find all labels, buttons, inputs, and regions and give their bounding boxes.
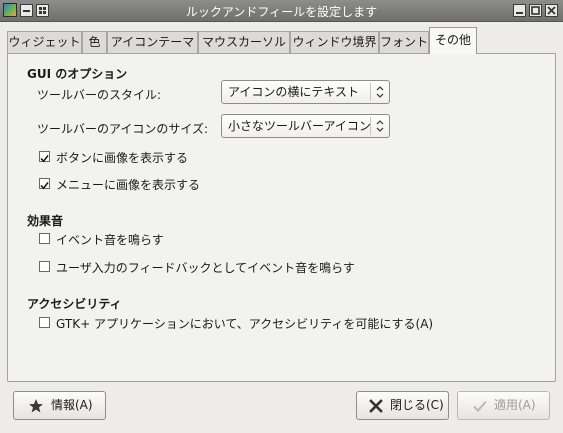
checkmark-icon	[40, 182, 49, 190]
apply-button-label: 適用(A)	[494, 398, 536, 412]
checkmark-icon	[40, 155, 49, 163]
tab-icon-theme[interactable]: アイコンテーマ	[107, 31, 198, 53]
toolbar-icon-size-label: ツールバーのアイコンのサイズ:	[37, 122, 209, 136]
info-button[interactable]: 情報(A)	[13, 391, 106, 420]
star-icon	[29, 399, 43, 413]
tab-widget[interactable]: ウィジェット	[7, 31, 82, 53]
updown-arrows-icon	[370, 83, 389, 101]
tab-window-border[interactable]: ウィンドウ境界	[290, 31, 379, 53]
show-menu-images-checkbox[interactable]	[39, 178, 50, 190]
sound-effects-heading: 効果音	[27, 214, 64, 228]
close-icon	[547, 6, 556, 15]
checkmark-icon	[473, 400, 487, 412]
input-feedback-sounds-label: ユーザ入力のフィードバックとしてイベント音を鳴らす	[56, 261, 355, 275]
show-button-images-label: ボタンに画像を表示する	[56, 151, 189, 165]
close-x-icon	[369, 399, 383, 413]
toolbar-style-value: アイコンの横にテキスト	[228, 85, 360, 99]
maximize-icon	[531, 6, 540, 15]
gui-options-heading: GUI のオプション	[27, 67, 128, 81]
tab-font[interactable]: フォント	[379, 31, 429, 53]
toolbar-style-label: ツールバーのスタイル:	[37, 88, 162, 102]
minimize-icon	[516, 12, 523, 14]
maximize-button[interactable]	[529, 4, 542, 17]
close-button-label: 閉じる(C)	[390, 398, 444, 412]
toolbar-icon-size-value: 小さなツールバーアイコン	[228, 119, 371, 133]
accessibility-heading: アクセシビリティ	[27, 297, 122, 311]
updown-arrows-icon	[370, 117, 389, 135]
event-sounds-checkbox[interactable]	[39, 233, 50, 244]
apply-button[interactable]: 適用(A)	[457, 391, 550, 420]
toolbar-style-select[interactable]: アイコンの横にテキスト	[221, 80, 390, 104]
tab-mouse-cursor[interactable]: マウスカーソル	[198, 31, 290, 53]
input-feedback-sounds-checkbox[interactable]	[39, 261, 50, 272]
close-window-button[interactable]	[545, 4, 558, 17]
window-title: ルックアンドフィールを設定します	[185, 5, 378, 19]
settings-panel: GUI のオプション ツールバーのスタイル: アイコンの横にテキスト ツールバー…	[7, 53, 556, 382]
info-button-label: 情報(A)	[51, 398, 93, 412]
show-menu-images-label: メニューに画像を表示する	[56, 178, 201, 192]
enable-accessibility-checkbox[interactable]	[39, 317, 50, 328]
tab-color[interactable]: 色	[82, 31, 107, 53]
toolbar-icon-size-select[interactable]: 小さなツールバーアイコン	[221, 114, 390, 138]
show-button-images-checkbox[interactable]	[39, 151, 50, 163]
tab-other[interactable]: その他	[429, 27, 477, 54]
window-titlebar: ルックアンドフィールを設定します	[0, 0, 563, 22]
close-button[interactable]: 閉じる(C)	[356, 391, 449, 420]
minimize-button[interactable]	[513, 4, 526, 17]
enable-accessibility-label: GTK+ アプリケーションにおいて、アクセシビリティを可能にする(A)	[56, 317, 434, 331]
event-sounds-label: イベント音を鳴らす	[56, 233, 164, 247]
